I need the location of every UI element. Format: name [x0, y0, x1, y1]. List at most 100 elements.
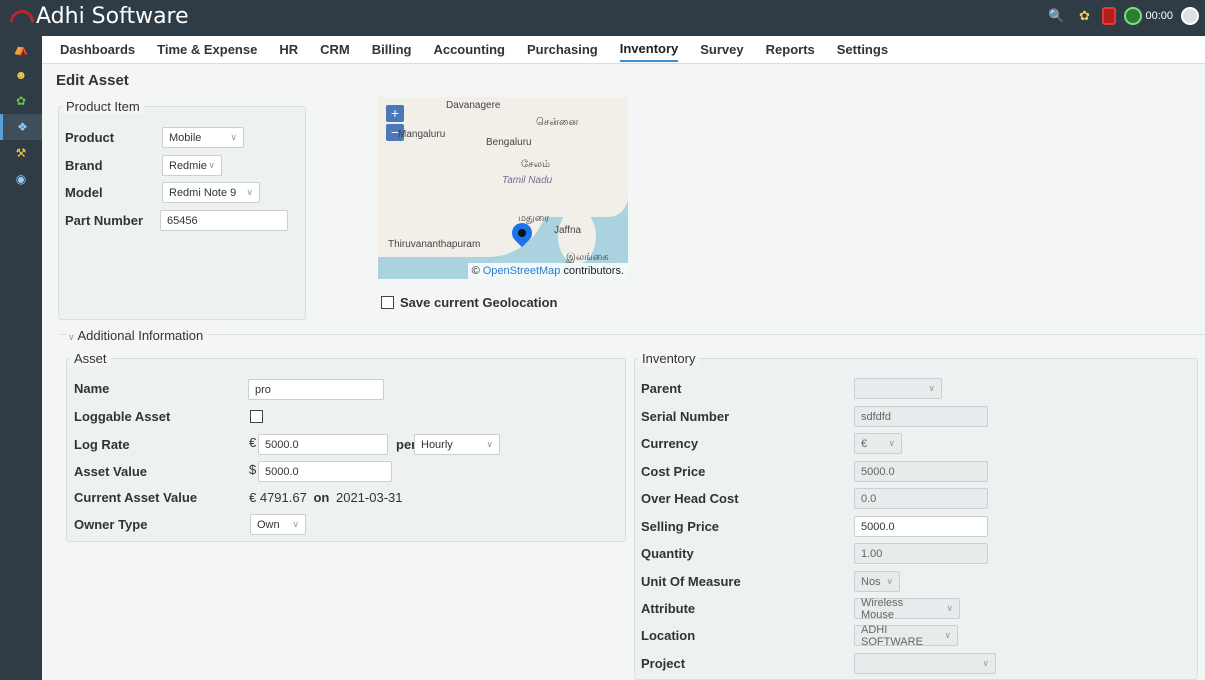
selling-price-label: Selling Price [641, 519, 720, 534]
unit-of-measure-select[interactable]: Nos [854, 571, 900, 592]
map-label-salem: சேலம் [521, 159, 550, 170]
user-icon[interactable]: ☻ [0, 62, 42, 88]
sidebar: ⛺ ☻ ✿ ❖ ⚒ ◉ [0, 36, 42, 680]
cost-price-input[interactable]: 5000.0 [854, 461, 988, 482]
logo-icon [8, 8, 30, 26]
product-label: Product [65, 130, 115, 145]
top-bar: Adhi Software 🔍 ✿ 00:00 [0, 0, 1205, 36]
main-nav: Dashboards Time & Expense HR CRM Billing… [42, 36, 1205, 64]
name-label: Name [74, 381, 110, 396]
owner-type-select[interactable]: Own [250, 514, 306, 535]
current-asset-value-label: Current Asset Value [74, 490, 198, 505]
nav-survey[interactable]: Survey [700, 38, 743, 61]
location-label: Location [641, 628, 696, 643]
map-label-thiruvananthapuram: Thiruvananthapuram [388, 239, 481, 250]
openstreetmap-link[interactable]: OpenStreetMap [483, 265, 561, 277]
nav-accounting[interactable]: Accounting [433, 38, 505, 61]
map-zoom-in-button[interactable]: + [386, 105, 404, 122]
location-select[interactable]: ADHI SOFTWARE [854, 624, 958, 648]
log-rate-input[interactable]: 5000.0 [258, 434, 388, 455]
attribute-select[interactable]: Wireless Mouse [854, 597, 960, 621]
asset-legend: Asset [70, 351, 111, 366]
nav-billing[interactable]: Billing [372, 38, 412, 61]
save-geolocation-label: Save current Geolocation [400, 295, 558, 310]
product-item-legend: Product Item [62, 99, 144, 114]
project-label: Project [641, 656, 686, 671]
map-label-jaffna: Jaffna [554, 225, 582, 236]
save-geolocation-checkbox[interactable] [381, 296, 394, 309]
log-rate-currency: € [249, 435, 257, 450]
brand-select[interactable]: Redmie [162, 155, 222, 176]
currency-label: Currency [641, 436, 699, 451]
map-label-mangaluru: Mangaluru [398, 129, 446, 140]
serial-number-label: Serial Number [641, 409, 730, 424]
nav-reports[interactable]: Reports [766, 38, 815, 61]
additional-info-title: Additional Information [77, 328, 204, 343]
nav-dashboards[interactable]: Dashboards [60, 38, 135, 61]
part-number-label: Part Number [65, 213, 144, 228]
model-label: Model [65, 185, 103, 200]
nav-settings[interactable]: Settings [837, 38, 888, 61]
current-asset-value: € 4791.67 on 2021-03-31 [249, 490, 403, 505]
name-input[interactable]: pro [248, 379, 384, 400]
nav-inventory[interactable]: Inventory [619, 37, 679, 62]
asset-value-input[interactable]: 5000.0 [258, 461, 392, 482]
top-icons: 🔍 ✿ 00:00 [1046, 6, 1199, 26]
map-land-east [478, 97, 628, 217]
additional-info-toggle[interactable]: ∨ Additional Information [68, 328, 210, 343]
leaves-icon[interactable]: ✿ [1074, 6, 1094, 26]
log-rate-label: Log Rate [74, 437, 130, 452]
asset-value-label: Asset Value [74, 464, 147, 479]
serial-number-input[interactable]: sdfdfd [854, 406, 988, 427]
currency-select[interactable]: € [854, 433, 902, 454]
user-avatar-icon[interactable] [1181, 7, 1199, 25]
tag-icon[interactable]: ❖ [0, 114, 42, 140]
per-select[interactable]: Hourly [414, 434, 500, 455]
stop-icon[interactable] [1102, 7, 1117, 25]
nav-time-expense[interactable]: Time & Expense [157, 38, 257, 61]
part-number-input[interactable]: 65456 [160, 210, 288, 231]
asset-value-currency: $ [249, 462, 257, 477]
app-brand[interactable]: Adhi Software [8, 4, 189, 29]
quantity-input[interactable]: 1.00 [854, 543, 988, 564]
overhead-cost-input[interactable]: 0.0 [854, 488, 988, 509]
nav-crm[interactable]: CRM [320, 38, 350, 61]
app-title: Adhi Software [36, 4, 189, 29]
model-select[interactable]: Redmi Note 9 [162, 182, 260, 203]
attribute-label: Attribute [641, 601, 696, 616]
globe-icon[interactable]: ◉ [0, 166, 42, 192]
map-label-chennai: சென்னை [536, 117, 579, 128]
cost-price-label: Cost Price [641, 464, 706, 479]
additional-divider [60, 334, 1205, 335]
nav-hr[interactable]: HR [279, 38, 298, 61]
search-icon[interactable]: 🔍 [1046, 6, 1066, 26]
home-icon[interactable]: ⛺ [0, 36, 42, 62]
parent-label: Parent [641, 381, 682, 396]
wrench-icon[interactable]: ⚒ [0, 140, 42, 166]
timer-value: 00:00 [1145, 10, 1173, 22]
selling-price-input[interactable]: 5000.0 [854, 516, 988, 537]
tree-icon[interactable]: ✿ [0, 88, 42, 114]
timer[interactable]: 00:00 [1124, 7, 1173, 25]
timer-status-icon [1124, 7, 1143, 25]
owner-type-label: Owner Type [74, 517, 148, 532]
quantity-label: Quantity [641, 546, 694, 561]
nav-purchasing[interactable]: Purchasing [527, 38, 598, 61]
project-select[interactable] [854, 653, 996, 674]
loggable-asset-checkbox[interactable] [250, 410, 263, 423]
parent-select[interactable] [854, 378, 942, 399]
map-attribution: © OpenStreetMap contributors. [467, 263, 628, 279]
inventory-legend: Inventory [638, 351, 700, 366]
brand-label: Brand [65, 158, 103, 173]
product-select[interactable]: Mobile [162, 127, 244, 148]
map-label-bengaluru: Bengaluru [486, 137, 532, 148]
main-content: Edit Asset Product Item Product Mobile B… [42, 64, 1205, 680]
page-title: Edit Asset [56, 72, 129, 89]
loggable-asset-label: Loggable Asset [74, 409, 171, 424]
location-map[interactable]: + − Davanagere Mangaluru சென்னை Bengalur… [378, 97, 628, 279]
map-label-davanagere: Davanagere [446, 100, 501, 111]
map-label-tamil-nadu: Tamil Nadu [502, 175, 553, 186]
overhead-cost-label: Over Head Cost [641, 491, 739, 506]
chevron-down-icon: ∨ [68, 332, 75, 342]
unit-of-measure-label: Unit Of Measure [641, 574, 741, 589]
